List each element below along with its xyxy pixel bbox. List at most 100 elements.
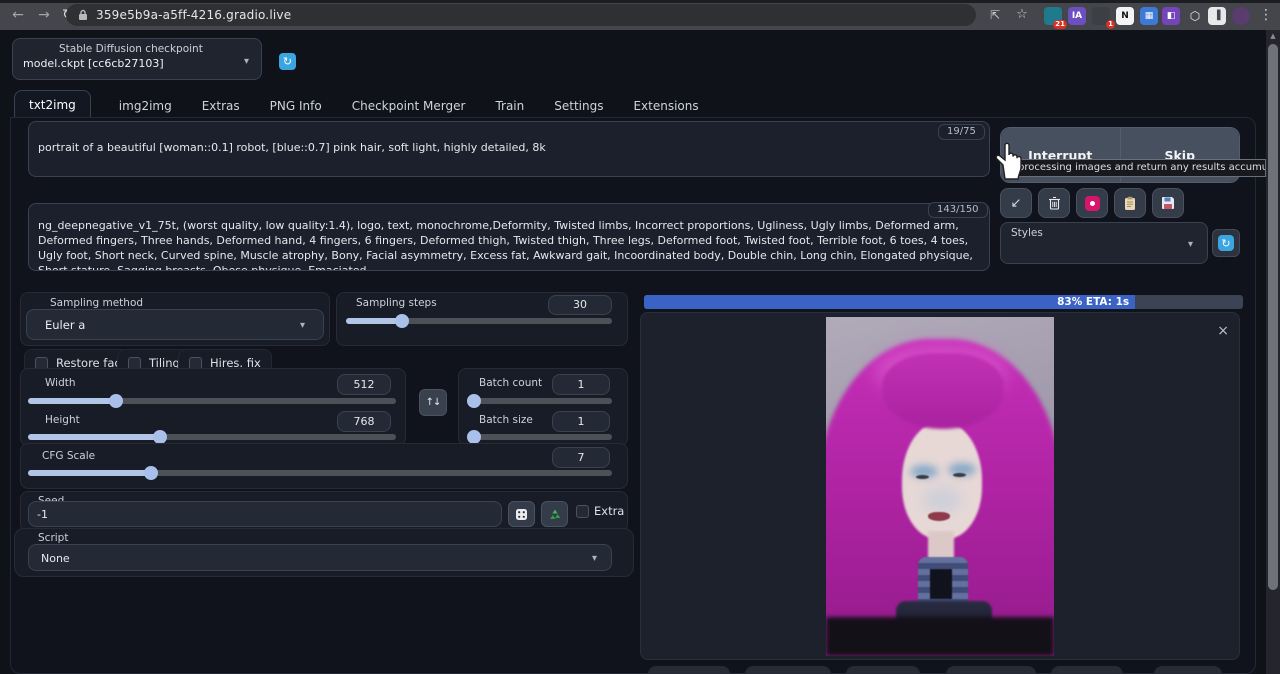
ext-sidebar-icon[interactable]: ▐ [1208, 7, 1226, 25]
negative-prompt-text: ng_deepnegative_v1_75t, (worst quality, … [29, 204, 989, 271]
chevron-down-icon: ▾ [1188, 239, 1193, 250]
batch-count-label: Batch count [479, 377, 542, 389]
refresh-icon: ↻ [1218, 235, 1234, 251]
eye-left [916, 475, 929, 479]
trash-icon [1048, 196, 1061, 210]
neck-port [930, 569, 952, 599]
ext-photos-icon[interactable]: ▦ [1140, 7, 1158, 25]
tab-bar: txt2img img2img Extras PNG Info Checkpoi… [14, 90, 701, 120]
slider-thumb[interactable] [144, 466, 158, 480]
sampling-steps-label: Sampling steps [356, 297, 437, 309]
batch-size-input[interactable]: 1 [552, 411, 610, 432]
bangs-shape [882, 353, 1004, 429]
eye-right [953, 473, 966, 477]
cfg-scale-slider[interactable] [28, 470, 612, 476]
profile-avatar[interactable] [1232, 7, 1250, 25]
width-input[interactable]: 512 [337, 374, 391, 395]
ext-pin-icon[interactable]: 21 [1044, 7, 1062, 25]
dice-icon [515, 508, 528, 521]
tab-train[interactable]: Train [493, 92, 526, 120]
clipboard-icon [1124, 196, 1136, 211]
script-dropdown[interactable]: None ▾ [28, 544, 612, 571]
send-to-inpaint-button[interactable] [946, 666, 1036, 674]
sampling-method-value: Euler a [45, 318, 85, 332]
seed-extra-checkbox[interactable]: Extra [576, 504, 624, 518]
tab-extensions[interactable]: Extensions [631, 92, 700, 120]
slider-thumb[interactable] [467, 430, 481, 444]
cheek-glow [922, 487, 962, 513]
ext-cart-icon[interactable]: 1 [1092, 7, 1110, 25]
swap-arrows-icon: ↑↓ [426, 397, 441, 408]
ext-onenote-icon[interactable]: ◧ [1162, 7, 1180, 25]
tab-img2img[interactable]: img2img [117, 92, 174, 120]
send-to-extras-button[interactable] [1051, 666, 1123, 674]
random-seed-button[interactable] [508, 501, 535, 527]
browser-menu-icon[interactable]: ⋮ [1256, 5, 1276, 25]
batch-size-slider[interactable] [468, 434, 612, 440]
height-input[interactable]: 768 [337, 411, 391, 432]
checkpoint-label: Stable Diffusion checkpoint [59, 43, 203, 55]
browser-forward-icon[interactable]: → [34, 5, 54, 25]
paste-params-button[interactable]: ↙ [1000, 188, 1032, 218]
batch-count-slider[interactable] [468, 398, 612, 404]
chevron-down-icon: ▾ [592, 553, 597, 564]
tab-txt2img[interactable]: txt2img [14, 90, 91, 120]
mouse-cursor-hand [993, 141, 1027, 181]
url-bar[interactable]: 359e5b9a-a5ff-4216.gradio.live [66, 4, 976, 26]
swap-dimensions-button[interactable]: ↑↓ [419, 389, 447, 416]
batch-count-input[interactable]: 1 [552, 374, 610, 395]
slider-thumb[interactable] [467, 394, 481, 408]
cfg-scale-input[interactable]: 7 [552, 447, 610, 468]
close-icon[interactable]: × [1217, 325, 1229, 337]
ext-ia-icon[interactable]: IA [1068, 7, 1086, 25]
styles-dropdown[interactable]: Styles ▾ [1000, 222, 1208, 264]
batch-size-label: Batch size [479, 414, 533, 426]
styles-refresh-button[interactable]: ↻ [1212, 229, 1240, 257]
share-icon[interactable]: ⇱ [985, 5, 1005, 25]
ext-cart-badge: 1 [1106, 20, 1115, 29]
prompt-textarea[interactable]: portrait of a beautiful [woman::0.1] rob… [28, 121, 990, 177]
save-image-button[interactable] [648, 666, 730, 674]
ext-pin-badge: 21 [1053, 20, 1067, 29]
width-slider[interactable] [28, 398, 396, 404]
tab-extras[interactable]: Extras [200, 92, 242, 120]
progress-bar-fill: 83% ETA: 1s [644, 295, 1135, 309]
scrollbar-thumb[interactable] [1268, 44, 1278, 590]
extra-networks-button[interactable] [1076, 188, 1108, 218]
save-style-button[interactable] [1152, 188, 1184, 218]
seed-input[interactable]: -1 [28, 501, 502, 527]
apply-style-button[interactable] [1114, 188, 1146, 218]
sampling-method-dropdown[interactable]: Euler a ▾ [26, 309, 324, 340]
browser-back-icon[interactable]: ← [8, 5, 28, 25]
slider-thumb[interactable] [395, 314, 409, 328]
tab-checkpoint-merger[interactable]: Checkpoint Merger [350, 92, 468, 120]
generated-image[interactable] [826, 317, 1054, 656]
script-value: None [41, 552, 70, 565]
tab-png-info[interactable]: PNG Info [268, 92, 324, 120]
lock-icon [78, 9, 88, 21]
scrollbar-up-icon[interactable]: ▲ [1266, 30, 1280, 42]
ext-notion-icon[interactable]: N [1116, 7, 1134, 25]
checkpoint-dropdown[interactable]: Stable Diffusion checkpoint model.ckpt [… [12, 38, 262, 80]
prompt-text: portrait of a beautiful [woman::0.1] rob… [29, 122, 989, 155]
clear-prompt-button[interactable] [1038, 188, 1070, 218]
image-viewer: × [640, 312, 1240, 660]
prompt-token-counter: 19/75 [938, 124, 985, 140]
shoulders-shape [826, 617, 1054, 656]
extra-action-button[interactable] [1154, 666, 1222, 674]
height-slider[interactable] [28, 434, 396, 440]
negative-prompt-textarea[interactable]: ng_deepnegative_v1_75t, (worst quality, … [28, 203, 990, 271]
extensions-puzzle-icon[interactable]: ⬡ [1186, 7, 1204, 25]
send-to-img2img-button[interactable] [846, 666, 920, 674]
sampling-steps-input[interactable]: 30 [548, 295, 612, 315]
cfg-scale-label: CFG Scale [42, 450, 95, 462]
sampling-steps-slider[interactable] [346, 318, 612, 324]
chevron-down-icon: ▾ [244, 56, 249, 67]
reuse-seed-button[interactable] [541, 501, 568, 527]
bookmark-star-icon[interactable]: ☆ [1012, 5, 1032, 25]
checkpoint-refresh-button[interactable]: ↻ [279, 53, 296, 70]
tab-settings[interactable]: Settings [552, 92, 605, 120]
recycle-icon [548, 508, 562, 521]
page-scrollbar[interactable]: ▲ [1266, 30, 1280, 674]
save-zip-button[interactable] [745, 666, 831, 674]
